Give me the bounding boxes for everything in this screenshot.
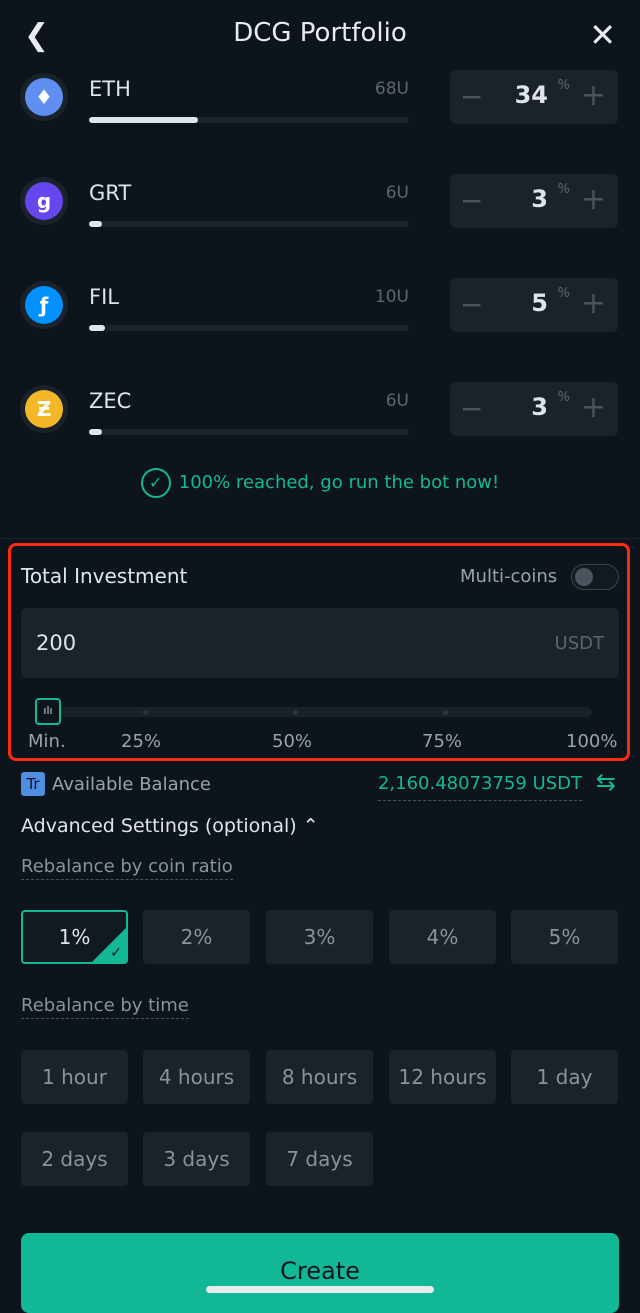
close-button[interactable]: ✕ (589, 16, 616, 54)
increase-button[interactable]: + (581, 286, 606, 321)
increase-button[interactable]: + (581, 390, 606, 425)
multi-coins-label: Multi-coins (460, 566, 558, 587)
account-badge-icon: Tr (21, 772, 45, 796)
percent-value[interactable]: 3 (531, 185, 548, 213)
percent-stepper: − 34 % + (450, 70, 618, 124)
percent-value[interactable]: 5 (531, 289, 548, 317)
percent-stepper: − 5 % + (450, 278, 618, 332)
investment-value[interactable]: 200 (36, 631, 76, 655)
ratio-option[interactable]: 1% ✓ (21, 910, 128, 964)
coin-amount: 10U (374, 287, 409, 307)
allocation-bar (89, 117, 409, 123)
slider-label-75[interactable]: 75% (422, 731, 462, 752)
allocation-bar (89, 221, 409, 227)
slider-label-25[interactable]: 25% (121, 731, 161, 752)
time-option[interactable]: 3 days (143, 1132, 250, 1186)
coin-name: FIL (89, 285, 119, 309)
allocation-bar (89, 429, 409, 435)
advanced-settings-label: Advanced Settings (optional) (21, 815, 297, 837)
check-circle-icon: ✓ (140, 468, 171, 498)
available-balance-value[interactable]: 2,160.48073759 USDT (377, 773, 582, 801)
divider (0, 538, 640, 539)
percent-value[interactable]: 3 (531, 393, 548, 421)
coin-amount: 6U (385, 391, 409, 411)
percent-stepper: − 3 % + (450, 382, 618, 436)
status-message: ✓ 100% reached, go run the bot now! (0, 468, 640, 498)
check-icon: ✓ (110, 945, 122, 961)
time-option[interactable]: 7 days (266, 1132, 373, 1186)
time-option[interactable]: 2 days (21, 1132, 128, 1186)
ratio-option[interactable]: 5% (511, 910, 618, 964)
rebalance-ratio-label[interactable]: Rebalance by coin ratio (21, 856, 233, 880)
transfer-icon[interactable]: ⇆ (596, 768, 616, 796)
allocation-bar (89, 325, 409, 331)
slider-handle[interactable]: ılı (35, 698, 61, 725)
decrease-button[interactable]: − (460, 184, 483, 217)
time-option[interactable]: 4 hours (143, 1050, 250, 1104)
fil-coin-icon: ƒ (20, 281, 68, 329)
percent-value[interactable]: 34 (515, 81, 548, 109)
increase-button[interactable]: + (581, 182, 606, 217)
home-indicator (206, 1286, 434, 1293)
percent-unit: % (557, 390, 570, 405)
coin-amount: 6U (385, 183, 409, 203)
slider-label-min[interactable]: Min. (28, 731, 66, 752)
increase-button[interactable]: + (581, 78, 606, 113)
percent-unit: % (557, 286, 570, 301)
total-investment-label: Total Investment (21, 564, 188, 588)
time-option[interactable]: 8 hours (266, 1050, 373, 1104)
investment-input[interactable]: 200 USDT (21, 608, 619, 678)
percent-unit: % (557, 78, 570, 93)
time-option[interactable]: 1 hour (21, 1050, 128, 1104)
percent-stepper: − 3 % + (450, 174, 618, 228)
slider-label-100[interactable]: 100% (566, 731, 617, 752)
advanced-settings-toggle[interactable]: Advanced Settings (optional) ⌃ (21, 815, 319, 837)
time-option[interactable]: 12 hours (389, 1050, 496, 1104)
zec-coin-icon: Ƶ (20, 385, 68, 433)
create-button[interactable]: Create (21, 1233, 619, 1313)
status-text: 100% reached, go run the bot now! (178, 472, 500, 493)
investment-slider-track[interactable] (60, 707, 592, 717)
ratio-option[interactable]: 3% (266, 910, 373, 964)
investment-unit: USDT (554, 633, 604, 654)
available-balance-label: Available Balance (52, 774, 211, 795)
multi-coins-toggle[interactable] (571, 564, 619, 590)
decrease-button[interactable]: − (460, 288, 483, 321)
time-option[interactable]: 1 day (511, 1050, 618, 1104)
coin-name: ETH (89, 77, 131, 101)
ratio-option[interactable]: 4% (389, 910, 496, 964)
chevron-up-icon: ⌃ (302, 815, 319, 837)
grt-coin-icon: g (20, 177, 68, 225)
coin-name: ZEC (89, 389, 132, 413)
coin-amount: 68U (374, 79, 409, 99)
coin-name: GRT (89, 181, 132, 205)
percent-unit: % (557, 182, 570, 197)
ratio-option[interactable]: 2% (143, 910, 250, 964)
slider-label-50[interactable]: 50% (272, 731, 312, 752)
eth-coin-icon: ♦ (20, 73, 68, 121)
page-title: DCG Portfolio (233, 18, 407, 48)
decrease-button[interactable]: − (460, 392, 483, 425)
rebalance-time-label[interactable]: Rebalance by time (21, 995, 189, 1019)
decrease-button[interactable]: − (460, 80, 483, 113)
